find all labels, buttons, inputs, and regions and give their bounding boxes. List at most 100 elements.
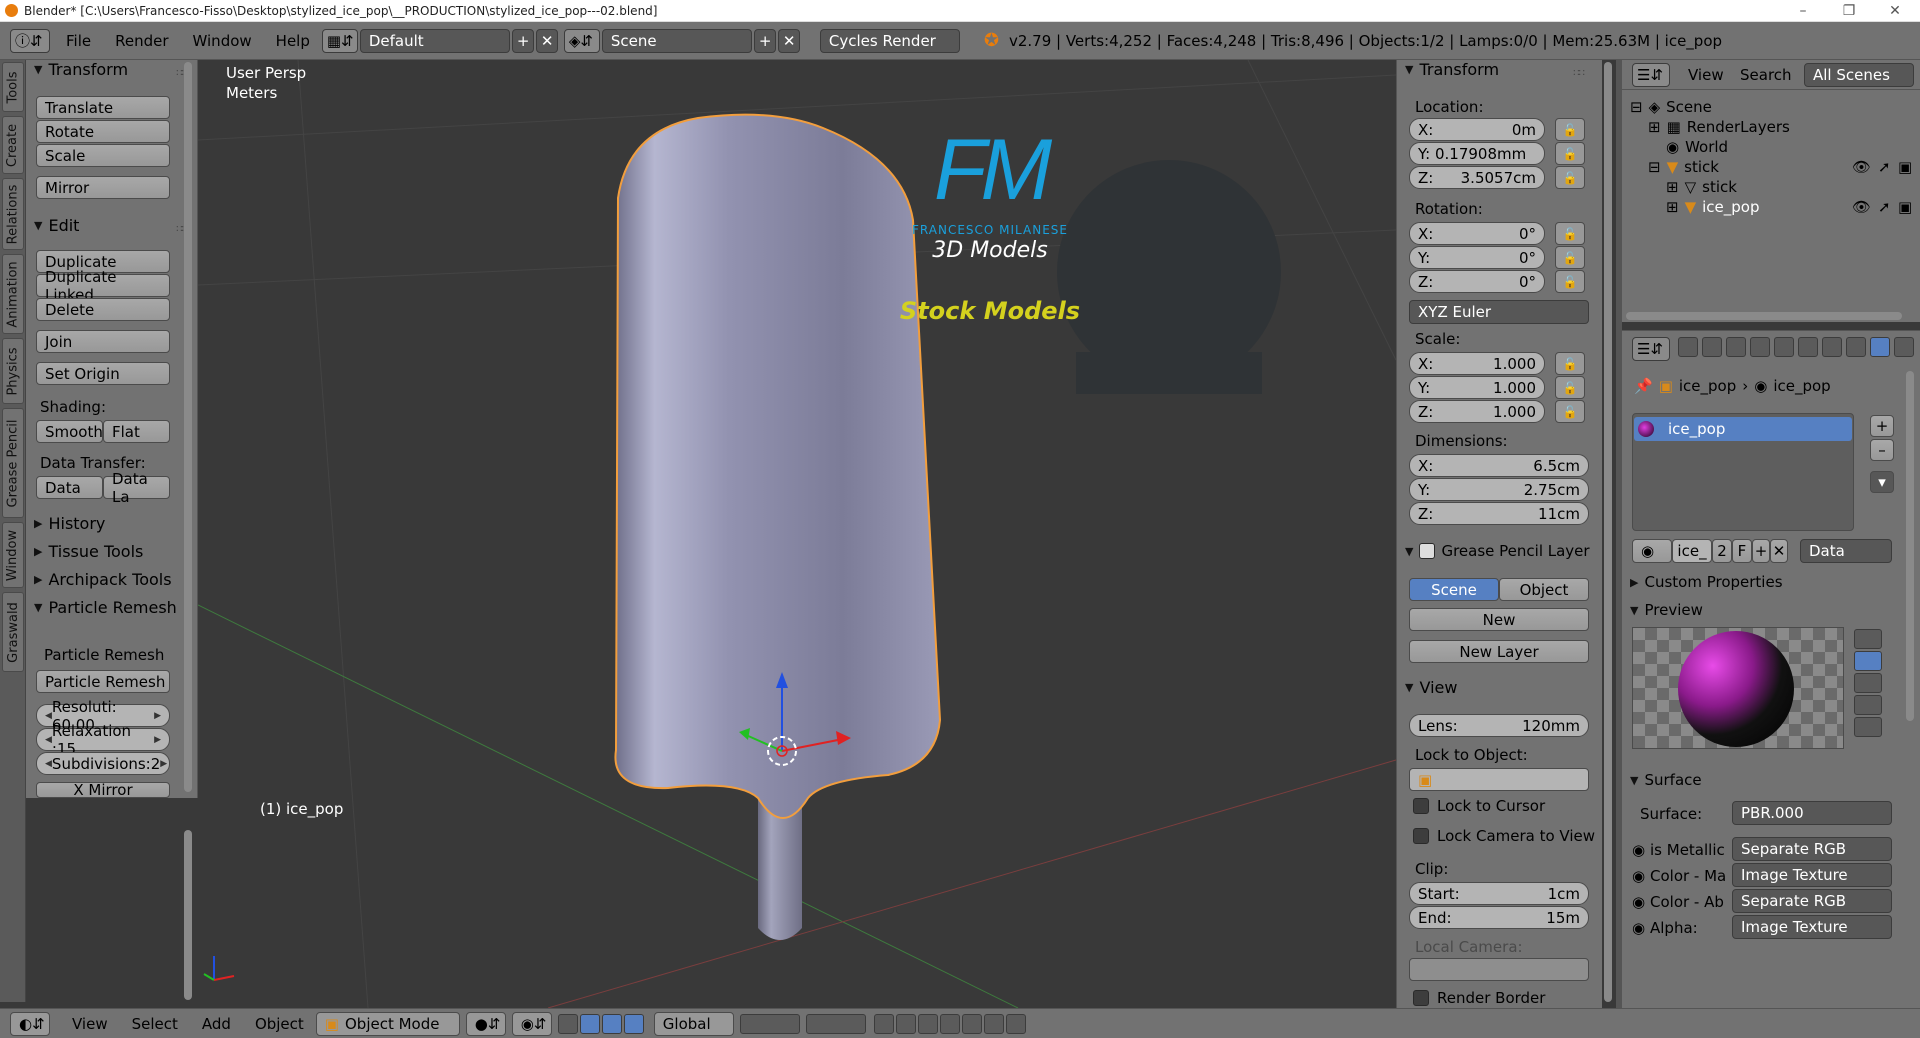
- scale-x-field[interactable]: X: 1.000: [1409, 352, 1545, 375]
- render-preview-icon[interactable]: [961, 1013, 982, 1034]
- socket-icon[interactable]: ◉: [1632, 867, 1645, 885]
- toolshelf-scrollbar[interactable]: [184, 62, 192, 792]
- socket-icon[interactable]: ◉: [1632, 919, 1645, 937]
- maximize-button[interactable]: ❐: [1826, 0, 1872, 22]
- location-y-field[interactable]: Y: 0.17908mm: [1409, 142, 1545, 165]
- select-cursor-icon[interactable]: ➚: [1878, 198, 1891, 216]
- location-x-field[interactable]: X: 0m: [1409, 118, 1545, 141]
- pin-icon[interactable]: 📌: [1634, 377, 1653, 395]
- view-panel-header[interactable]: ▼ View: [1405, 678, 1457, 697]
- lock-icon[interactable]: 🔓: [1555, 142, 1585, 165]
- delete-button[interactable]: Delete: [36, 298, 170, 321]
- gp-object-button[interactable]: Object: [1499, 578, 1589, 601]
- material-name-field[interactable]: ice_: [1672, 539, 1712, 563]
- dimension-x-field[interactable]: X: 6.5cm: [1409, 454, 1589, 477]
- constraints-tab-icon[interactable]: [1798, 337, 1818, 357]
- object-tab-icon[interactable]: [1774, 337, 1794, 357]
- sidebar-scrollbar[interactable]: [1604, 62, 1612, 1002]
- surface-shader-select[interactable]: PBR.000: [1732, 801, 1892, 825]
- tab-physics[interactable]: Physics: [2, 338, 24, 404]
- lock-icon[interactable]: 🔓: [1555, 166, 1585, 189]
- input-link-select[interactable]: Image Texture: [1732, 863, 1892, 887]
- slot-specials-button[interactable]: ▾: [1870, 471, 1894, 493]
- scene-tab-icon[interactable]: [1726, 337, 1746, 357]
- orientation-select[interactable]: Global: [653, 1011, 734, 1036]
- history-panel-header[interactable]: ▶ History: [34, 514, 105, 533]
- subdivisions-field[interactable]: ◀ Subdivisions:2 ▶: [36, 752, 170, 775]
- outliner-row-scene[interactable]: ⊟ ◈ Scene: [1630, 98, 1712, 116]
- grease-pencil-layer-header[interactable]: ▼ Grease Pencil Layer: [1405, 542, 1590, 560]
- transform-panel-header[interactable]: ▼ Transform: [34, 60, 128, 79]
- particle-remesh-button[interactable]: Particle Remesh: [36, 670, 170, 693]
- lock-camera-checkbox[interactable]: [1413, 828, 1429, 844]
- pivot-icon[interactable]: ◉⇵: [511, 1011, 552, 1036]
- rotate-button[interactable]: Rotate: [36, 120, 170, 143]
- menu-add[interactable]: Add: [202, 1015, 231, 1033]
- outliner-row-stick-mesh[interactable]: ⊞ ▽ stick: [1666, 178, 1737, 196]
- duplicate-linked-button[interactable]: Duplicate Linked: [36, 268, 170, 304]
- translate-button[interactable]: Translate: [36, 96, 170, 119]
- outliner-search-menu[interactable]: Search: [1740, 66, 1792, 84]
- scale-manipulator-icon[interactable]: [623, 1013, 644, 1034]
- remove-layout-icon[interactable]: ✕: [535, 28, 558, 53]
- join-button[interactable]: Join: [36, 330, 170, 353]
- lock-icon[interactable]: 🔓: [1555, 222, 1585, 245]
- preview-cube-icon[interactable]: [1854, 673, 1882, 693]
- set-origin-select[interactable]: Set Origin: [36, 362, 170, 385]
- lock-icon[interactable]: 🔓: [1555, 118, 1585, 141]
- tissue-tools-header[interactable]: ▶ Tissue Tools: [34, 542, 143, 561]
- render-engine-select[interactable]: Cycles Render: [819, 28, 960, 53]
- relaxation-field[interactable]: ◀ Relaxation :15 ▶: [36, 722, 170, 758]
- proportional-edit-icon[interactable]: [895, 1013, 916, 1034]
- gp-new-button[interactable]: New: [1409, 608, 1589, 631]
- input-link-select[interactable]: Image Texture: [1732, 915, 1892, 939]
- clip-end-field[interactable]: End: 15m: [1409, 906, 1589, 929]
- material-slot-row[interactable]: ice_pop: [1634, 417, 1852, 441]
- translate-manipulator-icon[interactable]: [579, 1013, 600, 1034]
- layout-selector[interactable]: Default: [359, 28, 510, 53]
- new-material-button[interactable]: +: [1752, 539, 1770, 563]
- scale-button[interactable]: Scale: [36, 144, 170, 167]
- editor-type-button[interactable]: ⓘ⇵: [10, 28, 50, 53]
- archipack-tools-header[interactable]: ▶ Archipack Tools: [34, 570, 172, 589]
- outliner-row-world[interactable]: ◉ World: [1666, 138, 1728, 156]
- 3d-viewport[interactable]: User Persp Meters (1) ice_pop FM FRANCES…: [198, 60, 1396, 1008]
- rotation-y-field[interactable]: Y: 0°: [1409, 246, 1545, 269]
- render-camera-icon[interactable]: ▣: [1898, 158, 1912, 176]
- lock-icon[interactable]: 🔓: [1555, 400, 1585, 423]
- edit-panel-header[interactable]: ▼ Edit: [34, 216, 79, 235]
- gp-new-layer-button[interactable]: New Layer: [1409, 640, 1589, 663]
- outliner-row-renderlayers[interactable]: ⊞ ▦ RenderLayers: [1648, 118, 1790, 136]
- render-border-checkbox[interactable]: [1413, 990, 1429, 1006]
- tab-grease-pencil[interactable]: Grease Pencil: [2, 408, 24, 518]
- add-layout-icon[interactable]: +: [511, 28, 534, 53]
- menu-object[interactable]: Object: [255, 1015, 304, 1033]
- outliner-editor-icon[interactable]: ☰⇵: [1632, 63, 1670, 87]
- layers-grid-icon-2[interactable]: [805, 1013, 866, 1034]
- editor-type-icon[interactable]: ◐⇵: [10, 1011, 50, 1036]
- tab-animation[interactable]: Animation: [2, 254, 24, 334]
- tab-relations[interactable]: Relations: [2, 178, 24, 250]
- remove-scene-icon[interactable]: ✕: [777, 28, 800, 53]
- render-tab-icon[interactable]: [1678, 337, 1698, 357]
- layers-grid-icon[interactable]: [739, 1013, 800, 1034]
- breadcrumb-material[interactable]: ice_pop: [1773, 377, 1830, 395]
- opengl-render-icon[interactable]: [983, 1013, 1004, 1034]
- ice-pop-mesh[interactable]: [614, 113, 942, 819]
- menu-file[interactable]: File: [66, 32, 91, 50]
- preview-sphere-icon[interactable]: [1854, 651, 1882, 671]
- rotation-z-field[interactable]: Z: 0°: [1409, 270, 1545, 293]
- socket-icon[interactable]: ◉: [1632, 841, 1645, 859]
- scale-y-field[interactable]: Y: 1.000: [1409, 376, 1545, 399]
- texture-tab-icon[interactable]: [1894, 337, 1914, 357]
- close-button[interactable]: ✕: [1872, 0, 1918, 22]
- snap-icon[interactable]: [917, 1013, 938, 1034]
- lock-icon[interactable]: 🔓: [1555, 270, 1585, 293]
- gp-scene-button[interactable]: Scene: [1409, 578, 1499, 601]
- mode-select[interactable]: ▣ Object Mode: [315, 1011, 460, 1036]
- snap-element-icon[interactable]: [939, 1013, 960, 1034]
- mirror-button[interactable]: Mirror: [36, 176, 170, 199]
- menu-render[interactable]: Render: [115, 32, 168, 50]
- fake-user-button[interactable]: F: [1732, 539, 1752, 563]
- world-tab-icon[interactable]: [1750, 337, 1770, 357]
